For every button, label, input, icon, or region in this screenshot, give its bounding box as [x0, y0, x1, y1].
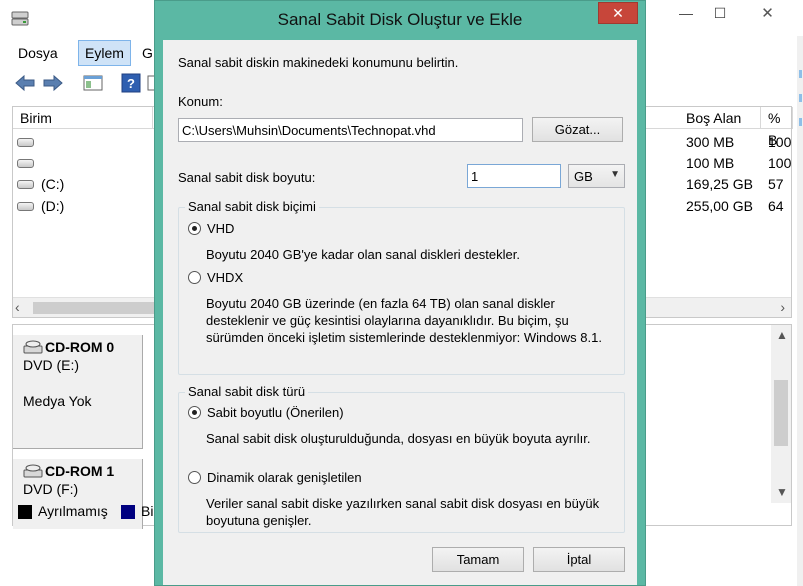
- menu-eylem[interactable]: Eylem: [78, 40, 131, 66]
- dynamic-option[interactable]: Dinamik olarak genişletilen: [188, 470, 362, 485]
- disk-drive: DVD (E:): [23, 357, 79, 373]
- browse-button[interactable]: Gözat...: [532, 117, 623, 142]
- instruction-text: Sanal sabit diskin makinedeki konumunu b…: [178, 55, 459, 70]
- disk-drive: DVD (F:): [23, 481, 79, 497]
- disk-media-status: Medya Yok: [23, 393, 92, 409]
- column-header-birim[interactable]: Birim: [13, 107, 153, 129]
- location-label: Konum:: [178, 94, 223, 109]
- scroll-right-icon[interactable]: ›: [780, 299, 785, 315]
- fixed-size-radio-button[interactable]: [188, 406, 201, 419]
- fixed-size-option[interactable]: Sabit boyutlu (Önerilen): [188, 405, 344, 420]
- vhd-option[interactable]: VHD: [188, 221, 234, 236]
- menu-dosya[interactable]: Dosya: [12, 40, 64, 66]
- volume-name: (C:): [41, 176, 65, 192]
- dynamic-radio-button[interactable]: [188, 471, 201, 484]
- strip-marker: [799, 70, 802, 78]
- format-group: Sanal sabit disk biçimi VHD Boyutu 2040 …: [178, 199, 625, 375]
- scroll-down-icon[interactable]: ▼: [776, 485, 788, 499]
- column-header-bos-alan[interactable]: Boş Alan: [679, 107, 761, 129]
- disk-management-icon: [11, 11, 29, 26]
- legend-label-primary: Bi: [141, 503, 154, 519]
- dynamic-label: Dinamik olarak genişletilen: [207, 470, 362, 485]
- volume-free-percent: 57: [768, 176, 784, 192]
- vhdx-radio-button[interactable]: [188, 271, 201, 284]
- vhdx-label: VHDX: [207, 270, 244, 285]
- fixed-size-label: Sabit boyutlu (Önerilen): [207, 405, 344, 420]
- vhd-radio-button[interactable]: [188, 222, 201, 235]
- strip-marker: [799, 118, 802, 126]
- volume-free-space: 300 MB: [686, 134, 735, 150]
- disk-title: CD-ROM 0: [45, 339, 115, 355]
- close-icon[interactable]: ✕: [738, 0, 797, 26]
- scrollbar-thumb[interactable]: [774, 380, 788, 446]
- right-edge-strip: [797, 36, 803, 586]
- fixed-size-description: Sanal sabit disk oluşturulduğunda, dosya…: [206, 431, 591, 446]
- create-vhd-dialog: Sanal Sabit Disk Oluştur ve Ekle ✕ Sanal…: [154, 0, 646, 586]
- volume-icon: [17, 159, 34, 168]
- dialog-titlebar[interactable]: Sanal Sabit Disk Oluştur ve Ekle ✕: [155, 1, 645, 39]
- legend-label-unallocated: Ayrılmamış: [38, 503, 108, 519]
- close-icon[interactable]: ✕: [598, 2, 638, 24]
- legend-swatch-unallocated: [18, 505, 32, 519]
- cancel-button[interactable]: İptal: [533, 547, 625, 572]
- volume-icon: [17, 180, 34, 189]
- minimize-icon[interactable]: —: [669, 0, 703, 26]
- vhdx-description: Boyutu 2040 GB üzerinde (en fazla 64 TB)…: [206, 296, 602, 345]
- back-arrow-icon[interactable]: [14, 73, 36, 93]
- volume-icon: [17, 138, 34, 147]
- column-header-yuzde-bos[interactable]: % B: [761, 107, 793, 148]
- svg-text:?: ?: [127, 76, 135, 91]
- legend-swatch-primary: [121, 505, 135, 519]
- size-input[interactable]: [467, 164, 561, 188]
- show-hide-pane-icon[interactable]: [82, 73, 104, 93]
- size-unit-select[interactable]: GB ▼: [568, 164, 625, 188]
- format-group-title: Sanal sabit disk biçimi: [185, 199, 319, 214]
- dialog-body: Sanal sabit diskin makinedeki konumunu b…: [163, 40, 637, 585]
- size-unit-value: GB: [574, 169, 593, 184]
- scroll-up-icon[interactable]: ▲: [776, 328, 788, 342]
- disk-title: CD-ROM 1: [45, 463, 115, 479]
- dialog-title: Sanal Sabit Disk Oluştur ve Ekle: [277, 10, 523, 29]
- vhd-label: VHD: [207, 221, 235, 236]
- disk-label-cdrom0[interactable]: CD-ROM 0 DVD (E:) Medya Yok: [13, 335, 143, 449]
- volume-icon: [17, 202, 34, 211]
- vertical-scrollbar[interactable]: ▲ ▼: [771, 325, 791, 503]
- vhd-description: Boyutu 2040 GB'ye kadar olan sanal diskl…: [206, 247, 520, 262]
- strip-marker: [799, 94, 802, 102]
- dynamic-description: Veriler sanal sabit diske yazılırken san…: [206, 496, 600, 528]
- volume-free-percent: 100: [768, 155, 792, 171]
- scroll-left-icon[interactable]: ‹: [15, 299, 20, 315]
- volume-free-space: 100 MB: [686, 155, 735, 171]
- volume-free-space: 169,25 GB: [686, 176, 753, 192]
- volume-free-percent: 64: [768, 198, 784, 214]
- cd-drive-icon: [23, 340, 43, 354]
- forward-arrow-icon[interactable]: [42, 73, 64, 93]
- ok-button[interactable]: Tamam: [432, 547, 524, 572]
- size-label: Sanal sabit disk boyutu:: [178, 170, 316, 185]
- volume-free-space: 255,00 GB: [686, 198, 753, 214]
- maximize-icon[interactable]: ☐: [703, 0, 737, 26]
- volume-name: (D:): [41, 198, 65, 214]
- volume-free-percent: 100: [768, 134, 792, 150]
- location-input[interactable]: [178, 118, 523, 142]
- cd-drive-icon: [23, 464, 43, 478]
- type-group: Sanal sabit disk türü Sabit boyutlu (Öne…: [178, 384, 625, 533]
- help-icon[interactable]: ?: [120, 73, 142, 93]
- type-group-title: Sanal sabit disk türü: [185, 384, 309, 399]
- vhdx-option[interactable]: VHDX: [188, 270, 243, 285]
- chevron-down-icon: ▼: [610, 169, 620, 180]
